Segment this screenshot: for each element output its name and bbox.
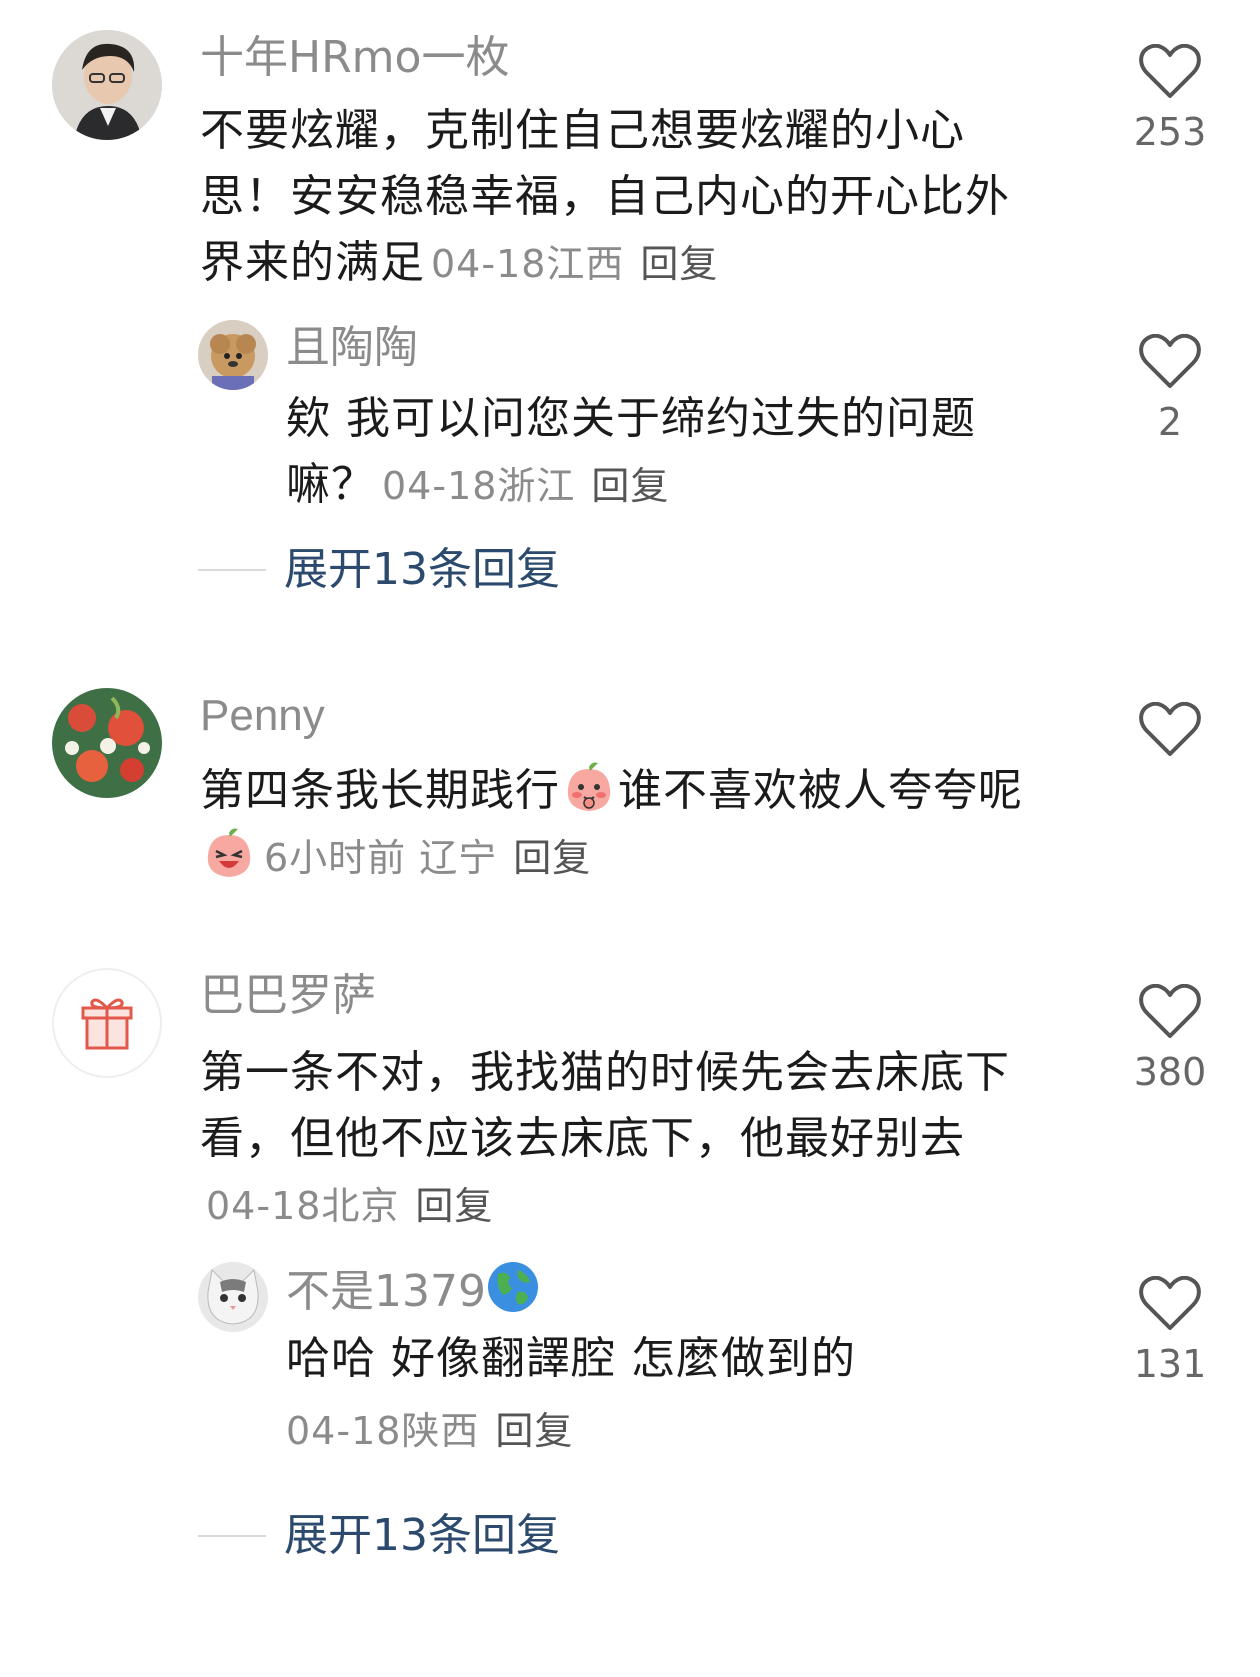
reply-like-button[interactable]: 131 xyxy=(1120,1276,1220,1388)
comment-text-part1: 第四条我长期践行 xyxy=(200,765,560,816)
heart-outline-icon xyxy=(1139,44,1201,98)
reply-button[interactable]: 回复 xyxy=(513,836,591,880)
comment-time-location: 04-18北京 xyxy=(206,1184,400,1228)
comment-text-block: 不要炫耀，克制住自己想要炫耀的小心思！安安稳稳幸福，自己内心的开心比外界来的满足… xyxy=(200,98,1030,297)
expand-divider xyxy=(198,569,266,571)
expand-replies[interactable]: 展开13条回复 xyxy=(198,540,560,600)
comment-username[interactable]: 十年HRmo一枚 xyxy=(200,28,509,88)
comment-username[interactable]: Penny xyxy=(200,686,325,746)
comment-meta: 04-18江西 回复 xyxy=(431,242,718,286)
reply-button[interactable]: 回复 xyxy=(591,464,669,508)
like-button[interactable] xyxy=(1120,702,1220,758)
comment-text-block: 第四条我长期践行 谁不喜欢被人夸夸呢 6小时前 辽宁 回复 xyxy=(200,758,1030,891)
comment-time-location: 6小时前 辽宁 xyxy=(264,836,498,880)
heart-outline-icon xyxy=(1139,334,1201,388)
peach-emoji-shy xyxy=(567,762,611,811)
expand-divider xyxy=(198,1535,266,1537)
comment-meta: 6小时前 辽宁 回复 xyxy=(264,836,591,880)
reply-button[interactable]: 回复 xyxy=(415,1184,493,1228)
reply-avatar[interactable] xyxy=(198,1262,268,1332)
comment-time-location: 04-18江西 xyxy=(431,242,625,286)
reply-avatar[interactable] xyxy=(198,320,268,390)
comment-text: 第一条不对，我找猫的时候先会去床底下看，但他不应该去床底下，他最好别去 xyxy=(200,1047,1010,1164)
reply-time-location: 04-18浙江 xyxy=(382,464,576,508)
gift-icon xyxy=(81,998,133,1050)
heart-outline-icon xyxy=(1139,702,1201,756)
reply-username-text: 不是1379 xyxy=(286,1266,486,1317)
avatar[interactable] xyxy=(52,688,162,798)
like-count: 131 xyxy=(1133,1342,1207,1386)
reply-meta: 04-18浙江 回复 xyxy=(382,464,669,508)
heart-outline-icon xyxy=(1139,984,1201,1038)
peach-emoji-laugh xyxy=(207,828,251,877)
comment-text-block: 第一条不对，我找猫的时候先会去床底下看，但他不应该去床底下，他最好别去 04-18… xyxy=(200,1040,1030,1239)
globe-icon xyxy=(487,1262,538,1312)
avatar[interactable] xyxy=(52,30,162,140)
avatar[interactable] xyxy=(52,968,162,1078)
reply-text-block: 欸 我可以问您关于缔约过失的问题嘛？ 04-18浙江 回复 xyxy=(286,386,1026,519)
reply-username[interactable]: 且陶陶 xyxy=(286,318,418,378)
comment-username[interactable]: 巴巴罗萨 xyxy=(200,966,376,1026)
like-count: 2 xyxy=(1157,400,1183,444)
reply-text: 哈哈 好像翻譯腔 怎麼做到的 xyxy=(286,1333,856,1384)
reply-time-location: 04-18陕西 xyxy=(286,1409,480,1453)
expand-replies-label[interactable]: 展开13条回复 xyxy=(284,540,560,600)
like-count: 380 xyxy=(1133,1050,1207,1094)
heart-outline-icon xyxy=(1139,1276,1201,1330)
reply-like-button[interactable]: 2 xyxy=(1120,334,1220,446)
reply-button[interactable]: 回复 xyxy=(640,242,718,286)
comment-text-part2: 谁不喜欢被人夸夸呢 xyxy=(618,765,1023,816)
reply-text-block: 哈哈 好像翻譯腔 怎麼做到的 04-18陕西 回复 xyxy=(286,1326,1026,1464)
like-button[interactable]: 253 xyxy=(1120,44,1220,156)
reply-username[interactable]: 不是1379 xyxy=(286,1260,540,1322)
comment-meta: 04-18北京 回复 xyxy=(206,1184,493,1228)
expand-replies[interactable]: 展开13条回复 xyxy=(198,1506,560,1566)
reply-meta: 04-18陕西 回复 xyxy=(286,1398,1026,1464)
reply-button[interactable]: 回复 xyxy=(495,1409,573,1453)
like-button[interactable]: 380 xyxy=(1120,984,1220,1096)
expand-replies-label[interactable]: 展开13条回复 xyxy=(284,1506,560,1566)
like-count: 253 xyxy=(1133,110,1207,154)
